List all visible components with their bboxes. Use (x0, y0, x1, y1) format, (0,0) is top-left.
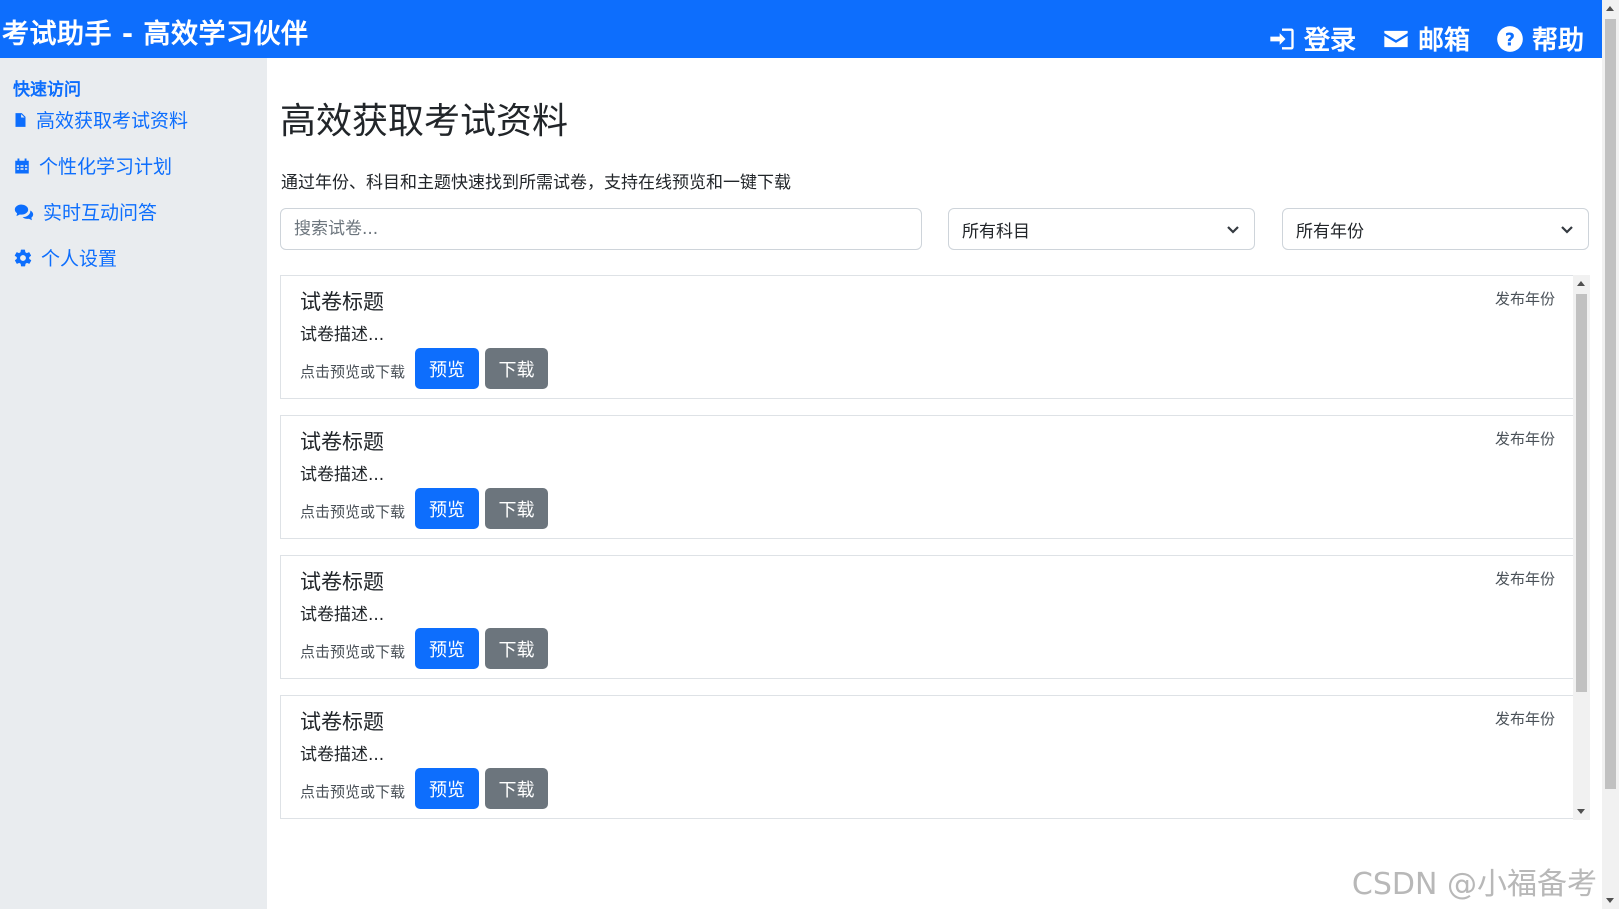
nav-links: 登录 邮箱 ? 帮助 (1268, 20, 1584, 57)
file-icon (15, 112, 26, 127)
paper-title: 试卷标题 (300, 570, 384, 594)
nav-mail-link[interactable]: 邮箱 (1382, 20, 1470, 57)
sidebar-item-exam-materials[interactable]: 高效获取考试资料 (13, 106, 188, 133)
download-button[interactable]: 下载 (485, 488, 548, 529)
search-input[interactable] (280, 208, 922, 250)
nav-login-link[interactable]: 登录 (1268, 20, 1356, 57)
chat-icon (14, 204, 34, 220)
app-brand[interactable]: 考试助手 - 高效学习伙伴 (2, 12, 309, 51)
sidebar-item-label: 高效获取考试资料 (36, 110, 189, 132)
sidebar-item-label: 实时互动问答 (43, 202, 158, 224)
nav-help-link[interactable]: ? 帮助 (1496, 20, 1584, 57)
paper-description: 试卷描述... (300, 605, 385, 625)
paper-hint: 点击预览或下载 (300, 503, 406, 521)
nav-mail-label: 邮箱 (1417, 26, 1470, 56)
login-icon (1270, 28, 1294, 49)
svg-text:?: ? (1505, 30, 1515, 50)
preview-button[interactable]: 预览 (415, 768, 479, 809)
help-icon: ? (1497, 25, 1523, 52)
paper-card: 试卷标题 发布年份 试卷描述... 点击预览或下载 预览 下载 (280, 275, 1574, 399)
paper-year: 发布年份 (1494, 710, 1555, 728)
top-navbar: 考试助手 - 高效学习伙伴 登录 邮箱 ? 帮助 (0, 0, 1602, 58)
download-button[interactable]: 下载 (485, 628, 548, 669)
paper-card: 试卷标题 发布年份 试卷描述... 点击预览或下载 预览 下载 (280, 695, 1574, 819)
download-button[interactable]: 下载 (485, 348, 548, 389)
paper-hint: 点击预览或下载 (300, 783, 406, 801)
scroll-down-arrow-icon[interactable] (1577, 809, 1585, 814)
sidebar-item-qa[interactable]: 实时互动问答 (13, 198, 157, 225)
scrollbar-thumb[interactable] (1605, 19, 1616, 789)
sidebar: 快速访问 高效获取考试资料 个性化学习计划 实时互动问答 个人设置 (0, 58, 267, 909)
paper-description: 试卷描述... (300, 745, 385, 765)
paper-description: 试卷描述... (300, 465, 385, 485)
sidebar-item-label: 个性化学习计划 (39, 156, 173, 178)
paper-title: 试卷标题 (300, 430, 384, 454)
preview-button[interactable]: 预览 (415, 488, 479, 529)
sidebar-item-settings[interactable]: 个人设置 (13, 244, 117, 271)
paper-list-scrollbar[interactable] (1573, 275, 1590, 820)
page-title: 高效获取考试资料 (280, 101, 569, 142)
paper-card: 试卷标题 发布年份 试卷描述... 点击预览或下载 预览 下载 (280, 415, 1574, 539)
subject-select-value: 所有科目 (962, 221, 1030, 242)
scroll-up-arrow-icon[interactable] (1606, 6, 1614, 11)
page-subtitle: 通过年份、科目和主题快速找到所需试卷，支持在线预览和一键下载 (281, 173, 791, 193)
year-select-value: 所有年份 (1296, 221, 1364, 242)
subject-select[interactable]: 所有科目 (948, 208, 1255, 250)
calendar-icon (15, 158, 29, 173)
download-button[interactable]: 下载 (485, 768, 548, 809)
paper-year: 发布年份 (1494, 570, 1555, 588)
year-select[interactable]: 所有年份 (1282, 208, 1589, 250)
scroll-down-arrow-icon[interactable] (1606, 898, 1614, 903)
chevron-down-icon (1561, 226, 1573, 234)
sidebar-item-study-plan[interactable]: 个性化学习计划 (13, 152, 172, 179)
scroll-up-arrow-icon[interactable] (1577, 281, 1585, 286)
scrollbar-thumb[interactable] (1576, 294, 1587, 692)
preview-button[interactable]: 预览 (415, 628, 479, 669)
paper-year: 发布年份 (1494, 290, 1555, 308)
paper-list[interactable]: 试卷标题 发布年份 试卷描述... 点击预览或下载 预览 下载 试卷标题 发布年… (280, 275, 1592, 820)
page-scrollbar[interactable] (1602, 0, 1619, 909)
sidebar-item-label: 个人设置 (41, 248, 118, 270)
nav-help-label: 帮助 (1531, 26, 1584, 56)
watermark: CSDN @小福备考 (1351, 867, 1597, 902)
paper-year: 发布年份 (1494, 430, 1555, 448)
nav-login-label: 登录 (1303, 26, 1356, 56)
paper-hint: 点击预览或下载 (300, 643, 406, 661)
paper-description: 试卷描述... (300, 325, 385, 345)
chevron-down-icon (1227, 226, 1239, 234)
paper-hint: 点击预览或下载 (300, 363, 406, 381)
gear-icon (14, 249, 32, 266)
paper-title: 试卷标题 (300, 710, 384, 734)
paper-card: 试卷标题 发布年份 试卷描述... 点击预览或下载 预览 下载 (280, 555, 1574, 679)
sidebar-title: 快速访问 (13, 80, 81, 100)
paper-title: 试卷标题 (300, 290, 384, 314)
envelope-icon (1384, 30, 1408, 47)
preview-button[interactable]: 预览 (415, 348, 479, 389)
